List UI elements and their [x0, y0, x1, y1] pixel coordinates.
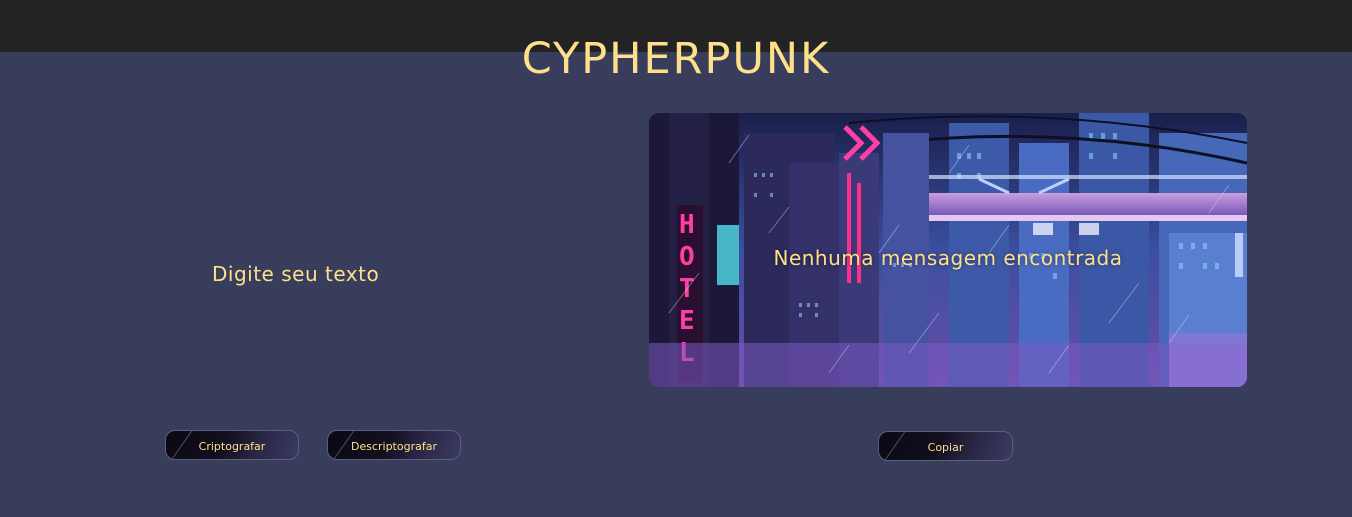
encrypt-button[interactable]: Criptografar	[165, 430, 299, 460]
app-title: CYPHERPUNK	[521, 33, 831, 84]
output-message: Nenhuma mensagem encontrada	[773, 246, 1123, 270]
decrypt-button[interactable]: Descriptografar	[327, 430, 461, 460]
copy-button-label: Copiar	[927, 441, 964, 454]
text-input-prompt[interactable]: Digite seu texto	[212, 262, 379, 286]
svg-text:H: H	[679, 210, 695, 240]
decrypt-button-label: Descriptografar	[350, 440, 437, 453]
copy-button[interactable]: Copiar	[878, 431, 1013, 461]
svg-text:E: E	[679, 306, 695, 336]
encrypt-button-label: Criptografar	[198, 440, 266, 453]
